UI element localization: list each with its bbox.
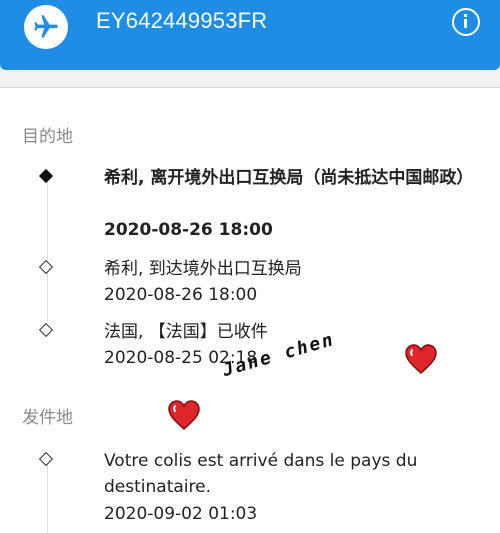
event-title: 希利, 到达境外出口互换局 [104, 259, 302, 279]
event-time: 2020-08-26 18:00 [104, 285, 258, 305]
heart-icon [168, 400, 200, 430]
info-icon[interactable] [452, 8, 480, 36]
timeline-line [47, 181, 48, 321]
header-bar: EY642449953FR [0, 0, 500, 70]
event-title: Votre colis est arrivé dans le pays du d… [104, 451, 418, 497]
timeline-line [47, 463, 48, 533]
airplane-icon[interactable] [24, 5, 68, 49]
section-label-origin: 发件地 [22, 408, 73, 428]
tracking-number: EY642449953FR [96, 8, 268, 33]
event-title: 希利, 离开境外出口互换局（尚未抵达中国邮政） [104, 168, 474, 188]
event-time: 2020-08-26 18:00 [104, 220, 273, 240]
heart-icon [405, 344, 437, 374]
section-label-destination: 目的地 [22, 127, 73, 147]
event-time: 2020-09-02 01:03 [104, 504, 258, 524]
